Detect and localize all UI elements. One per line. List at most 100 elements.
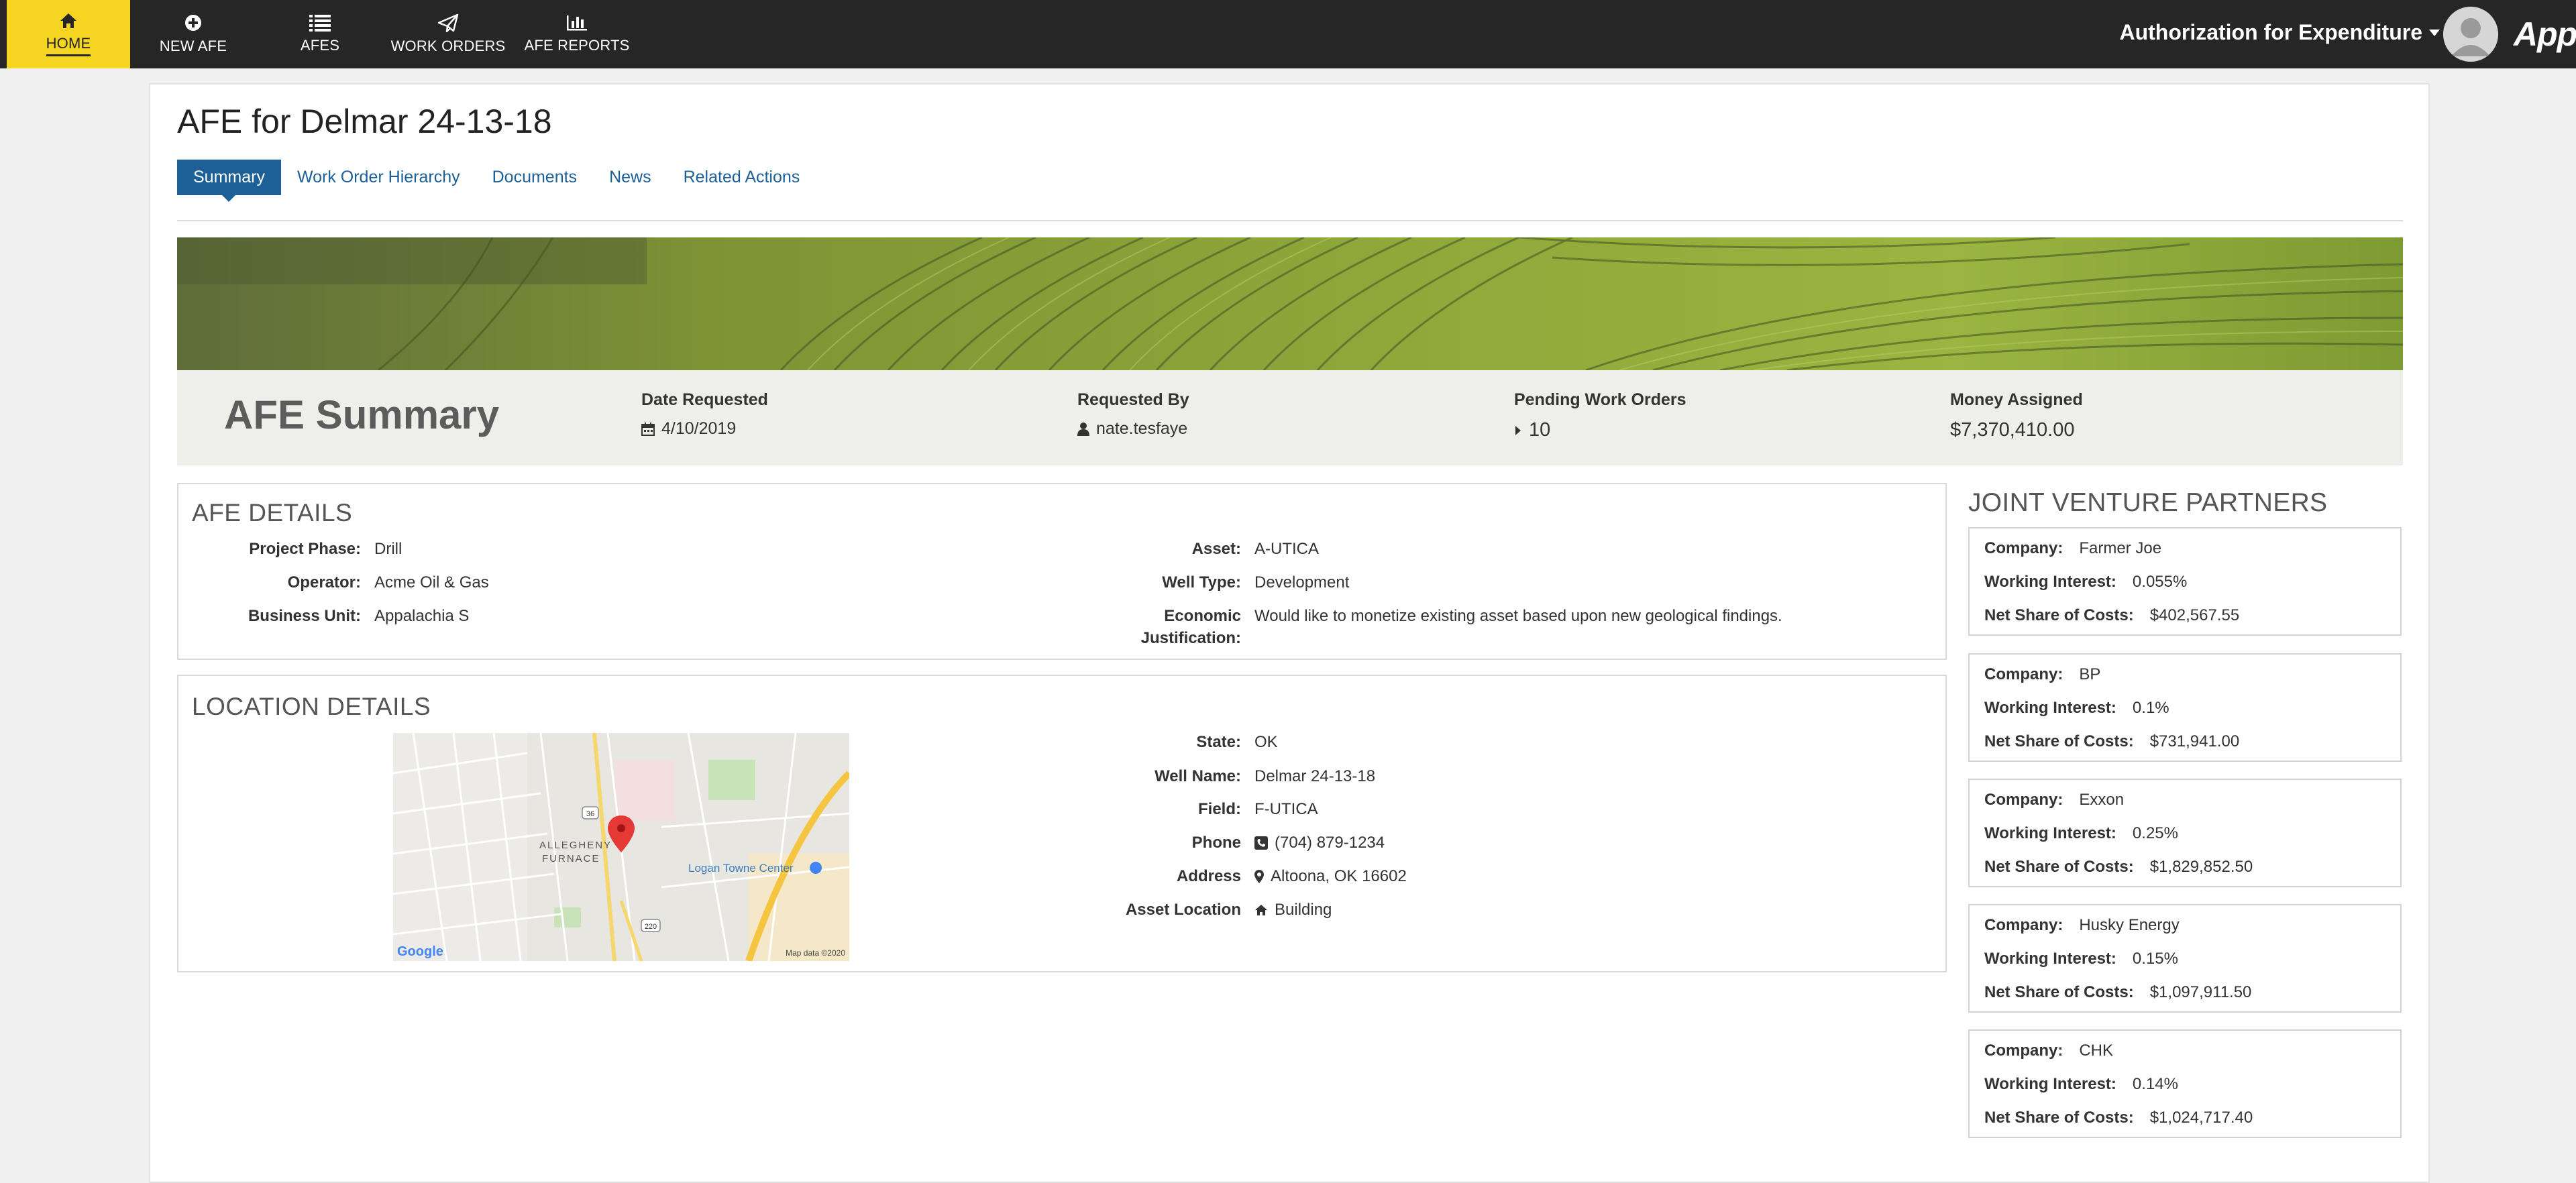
date-requested-value-row: 4/10/2019 <box>641 419 768 439</box>
working-interest-label: Working Interest: <box>1984 1075 2116 1093</box>
company-value: CHK <box>2079 1041 2114 1060</box>
field-value: F-UTICA <box>1254 800 1318 818</box>
business-unit-label: Business Unit: <box>248 607 361 625</box>
google-logo: Google <box>397 944 443 959</box>
economic-justification-label-line2: Justification: <box>1140 629 1241 647</box>
nav-item-afes[interactable]: AFES <box>282 0 358 68</box>
working-interest-value: 0.1% <box>2132 699 2169 717</box>
afe-summary-heading: AFE Summary <box>224 392 500 437</box>
company-label: Company: <box>1984 665 2063 683</box>
app-switcher[interactable]: Authorization for Expenditure <box>2119 20 2440 45</box>
user-icon <box>1077 422 1089 436</box>
operator-value: Acme Oil & Gas <box>374 573 489 592</box>
working-interest-value: 0.25% <box>2132 824 2178 842</box>
company-label: Company: <box>1984 791 2063 809</box>
state-label: State: <box>1196 733 1241 751</box>
user-silhouette-icon <box>2443 7 2498 62</box>
net-share-label: Net Share of Costs: <box>1984 732 2134 750</box>
asset-location-value: Building <box>1275 901 1332 919</box>
working-interest-value: 0.055% <box>2132 573 2188 591</box>
company-value: Farmer Joe <box>2079 539 2162 557</box>
jv-partner-card: Company: BP Working Interest: 0.1% Net Sha… <box>1968 653 2402 762</box>
nav-item-afe-reports[interactable]: AFE REPORTS <box>523 0 631 68</box>
calendar-icon <box>641 422 655 436</box>
address-value-row: Altoona, OK 16602 <box>1254 865 1407 887</box>
pending-work-orders-value-row[interactable]: 10 <box>1514 419 1686 441</box>
jv-partner-card: Company: Farmer Joe Working Interest: 0.05… <box>1968 527 2402 636</box>
nav-item-home[interactable]: HOME <box>7 0 130 68</box>
net-share-label: Net Share of Costs: <box>1984 858 2134 876</box>
net-share-value: $731,941.00 <box>2149 732 2240 750</box>
nav-item-label: NEW AFE <box>159 38 227 54</box>
field-label: Field: <box>1198 800 1241 818</box>
top-navigation-bar: HOME NEW AFE AFES WORK ORDERS AFE REPORT… <box>0 0 2576 68</box>
plus-circle-icon <box>185 15 201 31</box>
tab-work-order-hierarchy[interactable]: Work Order Hierarchy <box>281 160 476 195</box>
phone-label: Phone <box>1191 834 1241 852</box>
project-phase-label: Project Phase: <box>249 540 361 558</box>
nav-item-label: WORK ORDERS <box>390 38 506 54</box>
map-area-label-1: ALLEGHENY <box>539 840 612 851</box>
well-name-value: Delmar 24-13-18 <box>1254 767 1376 785</box>
business-unit-value: Appalachia S <box>374 607 470 625</box>
requested-by-label: Requested By <box>1077 390 1189 409</box>
road-shield-36: 36 <box>586 810 594 818</box>
page-title: AFE for Delmar 24-13-18 <box>177 103 552 140</box>
home-icon <box>60 13 76 28</box>
caret-right-icon <box>1515 425 1521 435</box>
working-interest-label: Working Interest: <box>1984 573 2116 591</box>
road-shield-220: 220 <box>645 923 657 931</box>
asset-location-value-row: Building <box>1254 899 1332 921</box>
jv-partner-card: Company: CHK Working Interest: 0.14% Net S… <box>1968 1029 2402 1138</box>
requested-by-link[interactable]: nate.tesfaye <box>1096 419 1187 439</box>
asset-value: A-UTICA <box>1254 540 1319 558</box>
jv-partner-card: Company: Exxon Working Interest: 0.25% Net… <box>1968 779 2402 887</box>
home-icon <box>1255 904 1267 915</box>
working-interest-value: 0.15% <box>2132 950 2178 968</box>
requested-by-field: Requested By nate.tesfaye <box>1077 390 1189 439</box>
company-value: BP <box>2079 665 2101 683</box>
app-title: Authorization for Expenditure <box>2119 20 2422 44</box>
list-icon <box>309 15 331 32</box>
net-share-label: Net Share of Costs: <box>1984 983 2134 1001</box>
economic-justification-label-line1: Economic <box>1164 607 1241 625</box>
company-value: Exxon <box>2079 791 2125 809</box>
map-poi-label: Logan Towne Center <box>688 862 794 875</box>
nav-item-label: HOME <box>46 35 91 56</box>
economic-justification-value: Would like to monetize existing asset ba… <box>1254 607 1782 625</box>
nav-item-label: AFES <box>300 37 340 54</box>
asset-location-label: Asset Location <box>1125 901 1241 919</box>
company-label: Company: <box>1984 916 2063 934</box>
net-share-value: $1,024,717.40 <box>2149 1109 2253 1127</box>
net-share-value: $1,097,911.50 <box>2149 983 2252 1001</box>
net-share-value: $1,829,852.50 <box>2149 858 2253 876</box>
date-requested-field: Date Requested 4/10/2019 <box>641 390 768 439</box>
address-value: Altoona, OK 16602 <box>1271 867 1407 885</box>
map-attribution: Map data ©2020 <box>786 948 845 958</box>
operator-label: Operator: <box>287 573 361 592</box>
map-area-label-2: FURNACE <box>542 853 600 864</box>
tab-related-actions[interactable]: Related Actions <box>667 160 816 195</box>
company-label: Company: <box>1984 1041 2063 1060</box>
record-tabs: Summary Work Order Hierarchy Documents N… <box>177 160 816 202</box>
address-label: Address <box>1176 867 1241 885</box>
tab-summary[interactable]: Summary <box>177 160 281 202</box>
caret-down-icon <box>2429 29 2440 36</box>
nav-item-new-afe[interactable]: NEW AFE <box>148 0 239 68</box>
jv-partner-card: Company: Husky Energy Working Interest: 0.… <box>1968 904 2402 1013</box>
map-marker-icon <box>1254 869 1264 883</box>
user-avatar[interactable] <box>2443 7 2498 62</box>
location-map[interactable]: 36 220 ALLEGHENY FURNACE Logan Towne Cen… <box>393 733 849 961</box>
economic-justification-label: Economic Justification: <box>1073 605 1241 649</box>
tab-documents[interactable]: Documents <box>476 160 593 195</box>
tab-news[interactable]: News <box>593 160 667 195</box>
net-share-label: Net Share of Costs: <box>1984 606 2134 624</box>
nav-item-work-orders[interactable]: WORK ORDERS <box>389 0 507 68</box>
net-share-label: Net Share of Costs: <box>1984 1109 2134 1127</box>
pending-work-orders-field: Pending Work Orders 10 <box>1514 390 1686 441</box>
money-assigned-field: Money Assigned $7,370,410.00 <box>1950 390 2083 441</box>
asset-label: Asset: <box>1191 540 1241 558</box>
bar-chart-icon <box>567 15 587 31</box>
project-phase-value: Drill <box>374 540 402 558</box>
well-type-value: Development <box>1254 573 1350 592</box>
